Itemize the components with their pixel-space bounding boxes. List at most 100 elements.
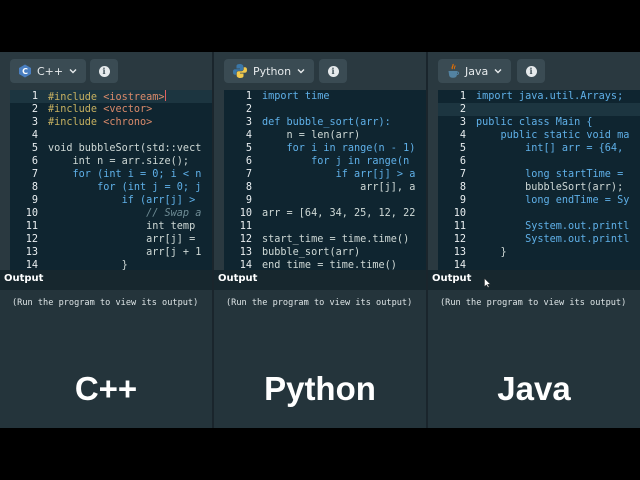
code-line: 13 bubble_sort(arr) xyxy=(224,246,426,259)
language-label: Java xyxy=(465,64,489,78)
code-text: n = len(arr) xyxy=(262,130,361,141)
code-text: public class Main { xyxy=(476,117,593,128)
output-message: (Run the program to view its output) xyxy=(440,298,627,308)
line-number: 11 xyxy=(453,221,466,232)
code-text: int n = arr.size(); xyxy=(48,156,190,167)
line-number: 9 xyxy=(245,195,252,206)
code-text: bubble_sort(arr) xyxy=(262,247,361,258)
code-text: arr[j + 1 xyxy=(48,247,202,258)
code-text: int temp xyxy=(48,221,202,232)
line-number: 9 xyxy=(459,195,466,206)
line-number: 10 xyxy=(453,208,466,219)
code-editor-java[interactable]: 1 import java.util.Arrays; 2 3 public clas… xyxy=(438,90,640,270)
svg-text:C: C xyxy=(22,67,28,76)
code-text: if arr[j] > a xyxy=(262,169,416,180)
cpp-panel: C C++ i 1 #include <iostream> 2 #include <… xyxy=(0,52,212,428)
code-editor-python[interactable]: 1 import time 2 3 def bubble_sort(arr): 4 … xyxy=(224,90,426,270)
code-text: import java.util.Arrays; xyxy=(476,91,624,102)
code-text: if (arr[j] > xyxy=(48,195,202,206)
output-label: Output xyxy=(218,273,258,284)
language-title: C++ xyxy=(74,370,138,407)
code-text: int[] arr = {64, xyxy=(476,143,630,154)
cpp-logo-icon: C xyxy=(19,64,31,78)
language-title: Python xyxy=(264,370,376,407)
code-line: 12 System.out.printl xyxy=(438,233,640,246)
code-line: 6 xyxy=(438,155,640,168)
line-number: 13 xyxy=(239,247,252,258)
line-number: 5 xyxy=(31,143,38,154)
code-line: 8 for (int j = 0; j xyxy=(10,181,212,194)
line-number: 10 xyxy=(239,208,252,219)
code-text: bubbleSort(arr); xyxy=(476,182,624,193)
info-icon: i xyxy=(98,65,110,77)
output-label: Output xyxy=(4,273,44,284)
java-toolbar: Java i xyxy=(428,52,640,90)
code-line: 14 xyxy=(438,259,640,270)
line-number: 14 xyxy=(25,260,38,270)
line-number: 7 xyxy=(31,169,38,180)
line-number: 14 xyxy=(453,260,466,270)
line-number: 8 xyxy=(245,182,252,193)
line-number: 1 xyxy=(459,91,466,102)
code-text: } xyxy=(48,260,128,270)
code-line: 12 arr[j] = xyxy=(10,233,212,246)
code-text: import time xyxy=(262,91,330,102)
code-line: 1 import time xyxy=(224,90,426,103)
code-editor-cpp[interactable]: 1 #include <iostream> 2 #include <vector> … xyxy=(10,90,212,270)
code-line: 6 int n = arr.size(); xyxy=(10,155,212,168)
code-line: 8 arr[j], a xyxy=(224,181,426,194)
output-console: (Run the program to view its output) Jav… xyxy=(428,290,640,428)
info-button[interactable]: i xyxy=(517,59,545,83)
code-text: // Swap a xyxy=(48,208,202,219)
output-label: Output xyxy=(432,273,472,284)
line-number: 2 xyxy=(245,104,252,115)
chevron-down-icon xyxy=(494,69,502,74)
code-text: System.out.printl xyxy=(476,221,630,232)
code-text: for i in range(n - 1) xyxy=(262,143,416,154)
code-line: 10 arr = [64, 34, 25, 12, 22 xyxy=(224,207,426,220)
bottom-letterbox xyxy=(0,428,640,480)
chevron-down-icon xyxy=(297,69,305,74)
line-number: 2 xyxy=(31,104,38,115)
output-header: Output xyxy=(428,270,640,290)
code-text: long endTime = Sy xyxy=(476,195,630,206)
language-select-cpp[interactable]: C C++ xyxy=(10,59,87,83)
java-logo-icon xyxy=(448,63,460,78)
line-number: 10 xyxy=(25,208,38,219)
language-select-python[interactable]: Python xyxy=(224,59,315,83)
code-line: 2 xyxy=(438,103,640,116)
output-message: (Run the program to view its output) xyxy=(12,298,199,308)
text-cursor xyxy=(164,90,166,101)
comparison-stage: C C++ i 1 #include <iostream> 2 #include <… xyxy=(0,52,640,428)
language-select-java[interactable]: Java xyxy=(438,59,512,83)
code-line: 9 xyxy=(224,194,426,207)
code-text: arr[j], a xyxy=(262,182,416,193)
chevron-down-icon xyxy=(69,69,77,74)
line-number: 6 xyxy=(245,156,252,167)
java-panel: Java i 1 import java.util.Arrays; 2 3 publ… xyxy=(428,52,640,428)
code-text: } xyxy=(476,247,507,258)
code-line: 4 n = len(arr) xyxy=(224,129,426,142)
line-number: 4 xyxy=(459,130,466,141)
output-header: Output xyxy=(0,270,212,290)
line-number: 12 xyxy=(239,234,252,245)
code-text: #include <vector> xyxy=(48,104,153,115)
line-number: 6 xyxy=(459,156,466,167)
line-number: 1 xyxy=(31,91,38,102)
code-text: long startTime = xyxy=(476,169,630,180)
code-text: System.out.printl xyxy=(476,234,630,245)
output-console: (Run the program to view its output) Pyt… xyxy=(214,290,426,428)
info-button[interactable]: i xyxy=(319,59,347,83)
code-line: 13 } xyxy=(438,246,640,259)
code-line: 9 long endTime = Sy xyxy=(438,194,640,207)
line-number: 8 xyxy=(31,182,38,193)
code-text: #include <chrono> xyxy=(48,117,153,128)
code-line: 6 for j in range(n xyxy=(224,155,426,168)
code-text: for j in range(n xyxy=(262,156,410,167)
code-line: 5 for i in range(n - 1) xyxy=(224,142,426,155)
output-message: (Run the program to view its output) xyxy=(226,298,413,308)
info-button[interactable]: i xyxy=(90,59,118,83)
code-text: void bubbleSort(std::vect xyxy=(48,143,202,154)
code-text: start_time = time.time() xyxy=(262,234,410,245)
line-number: 3 xyxy=(459,117,466,128)
